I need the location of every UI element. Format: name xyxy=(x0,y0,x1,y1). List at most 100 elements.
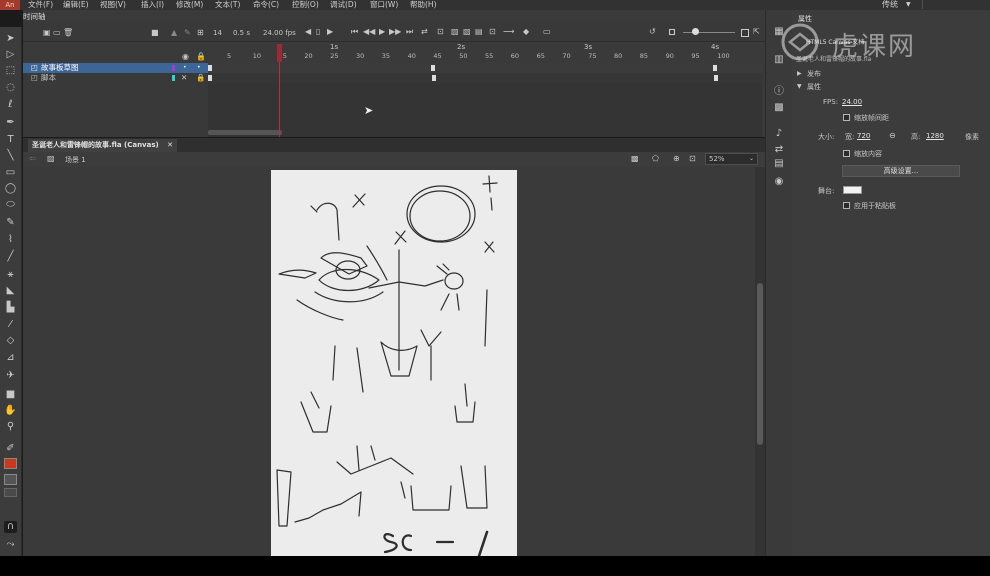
layer-name[interactable]: 脚本 xyxy=(41,73,56,83)
motion-presets-icon[interactable]: ♪ xyxy=(773,128,785,140)
stage-color-swatch[interactable] xyxy=(843,186,862,194)
timeline-ruler[interactable]: 1s 2s 3s 4s 5 10 15 20 25 30 35 40 45 50 55 60 65 70 7… xyxy=(208,43,762,63)
free-transform-icon[interactable]: ⬚ xyxy=(4,65,17,77)
menu-view[interactable]: 视图(V) xyxy=(100,0,126,10)
frame-rate-value[interactable]: 24.00 fps xyxy=(263,29,296,37)
workspace-switcher[interactable]: 传统 xyxy=(882,0,898,10)
frames-grid[interactable] xyxy=(208,63,762,137)
info-panel-icon[interactable]: ⓘ xyxy=(773,86,785,98)
scale-content-checkbox[interactable] xyxy=(843,150,850,157)
publish-section[interactable]: 发布 xyxy=(807,69,821,79)
play-icon[interactable]: ▶ xyxy=(379,27,385,36)
height-value[interactable]: 1280 xyxy=(926,132,944,140)
polystar-tool-icon[interactable]: ⬭ xyxy=(4,199,17,211)
elapsed-time-value[interactable]: 0.5 s xyxy=(233,29,250,37)
fps-value[interactable]: 24.00 xyxy=(842,98,862,106)
show-all-eye-icon[interactable]: ◉ xyxy=(182,52,189,61)
clip-content-icon[interactable]: ⊡ xyxy=(689,154,696,163)
layer-color-swatch[interactable] xyxy=(172,75,175,81)
eraser-icon[interactable]: ◇ xyxy=(4,335,17,347)
color-panel-icon[interactable]: ▤ xyxy=(773,158,785,170)
chevron-down-icon[interactable]: ▼ xyxy=(906,0,911,10)
fit-timeline-icon[interactable]: ⇱ xyxy=(753,27,760,36)
layer-row-script[interactable]: ◰ 脚本 ✕ 🔒 xyxy=(23,73,208,83)
keyframe-marker[interactable] xyxy=(208,75,212,81)
current-frame-value[interactable]: 14 xyxy=(213,29,222,37)
lasso-icon[interactable]: ℓ xyxy=(4,99,17,111)
zoom-tool-icon[interactable]: ⚲ xyxy=(4,421,17,433)
menu-control[interactable]: 控制(O) xyxy=(292,0,319,10)
transform-panel-icon[interactable]: ⇄ xyxy=(773,144,785,156)
scene-label[interactable]: 场景 1 xyxy=(65,155,86,165)
link-dimensions-icon[interactable]: ⊖ xyxy=(889,131,896,140)
onion-skin-icon[interactable]: ▨ xyxy=(451,27,459,36)
menu-modify[interactable]: 修改(M) xyxy=(176,0,203,10)
paint-brush-icon[interactable]: ╱ xyxy=(4,251,17,263)
edit-multiple-frames-icon[interactable]: ▤ xyxy=(475,27,483,36)
keyframe-marker[interactable] xyxy=(208,65,212,71)
layer-name[interactable]: 故事板草图 xyxy=(41,63,79,73)
go-to-first-frame-icon[interactable]: ⏮ xyxy=(351,27,358,37)
edit-scene-icon[interactable]: ▩ xyxy=(631,154,639,163)
go-to-last-frame-icon[interactable]: ⏭ xyxy=(406,27,413,37)
width-value[interactable]: 720 xyxy=(857,132,870,140)
timeline-tab[interactable]: 时间轴 xyxy=(23,12,46,22)
prev-keyframe-icon[interactable]: ◀ xyxy=(305,27,311,36)
lock-icon[interactable]: 🔒 xyxy=(196,73,205,83)
camera-layer-icon[interactable]: ■ xyxy=(151,28,159,37)
subselection-tool-icon[interactable]: ▷ xyxy=(4,49,17,61)
menu-window[interactable]: 窗口(W) xyxy=(370,0,398,10)
timeline-h-scrollbar[interactable] xyxy=(208,130,282,135)
center-stage-icon[interactable]: ⊕ xyxy=(673,154,680,163)
pencil-tool-icon[interactable]: ✎ xyxy=(4,217,17,229)
ink-bottle-icon[interactable]: ▙ xyxy=(4,302,17,314)
properties-section[interactable]: 属性 xyxy=(807,82,821,92)
menu-file[interactable]: 文件(F) xyxy=(28,0,53,10)
pen-tool-icon[interactable]: ✒ xyxy=(4,117,17,129)
new-folder-icon[interactable]: ▭ xyxy=(53,28,61,37)
menu-commands[interactable]: 命令(C) xyxy=(253,0,279,10)
hand-tool-icon[interactable]: ✋ xyxy=(4,405,17,417)
close-tab-icon[interactable]: ✕ xyxy=(167,141,173,149)
step-back-icon[interactable]: ◀◀ xyxy=(363,27,375,36)
menu-debug[interactable]: 调试(D) xyxy=(330,0,357,10)
menu-text[interactable]: 文本(T) xyxy=(215,0,240,10)
playhead[interactable] xyxy=(277,44,282,62)
brush-tool-icon[interactable]: ⌇ xyxy=(4,234,17,246)
rectangle-tool-icon[interactable]: ▭ xyxy=(4,167,17,179)
step-forward-icon[interactable]: ▶▶ xyxy=(389,27,401,36)
layer-depth-icon[interactable]: ⊞ xyxy=(197,28,204,37)
keyframe-marker[interactable] xyxy=(714,75,718,81)
layer-row-storyboard[interactable]: ◰ 故事板草图 • • xyxy=(23,63,208,73)
stage-canvas[interactable] xyxy=(271,170,517,558)
onion-outline-icon[interactable]: ▧ xyxy=(463,27,471,36)
new-layer-icon[interactable]: ▣ xyxy=(43,28,51,37)
paint-bucket-icon[interactable]: ◣ xyxy=(4,285,17,297)
highlight-layer-icon[interactable]: ▲ xyxy=(171,28,177,37)
timeline-zoom-slider[interactable] xyxy=(683,32,735,33)
text-tool-icon[interactable]: T xyxy=(4,134,17,146)
visibility-dot-icon[interactable]: • xyxy=(183,63,187,73)
keyframe-marker[interactable] xyxy=(432,75,436,81)
keyframe-marker[interactable] xyxy=(713,65,717,71)
hidden-x-icon[interactable]: ✕ xyxy=(181,73,187,83)
loop-icon[interactable]: ⇄ xyxy=(421,27,428,36)
smooth-icon[interactable]: ⤳ xyxy=(4,539,17,551)
keyframe-marker[interactable] xyxy=(431,65,435,71)
chevron-right-icon[interactable]: ▶ xyxy=(797,70,802,77)
search-field[interactable]: │ xyxy=(920,0,925,10)
scale-spacing-checkbox[interactable] xyxy=(843,114,850,121)
frame-row-storyboard[interactable] xyxy=(208,63,762,73)
parent-view-icon[interactable]: ✎ xyxy=(184,28,191,37)
swatches-panel-icon[interactable]: ▩ xyxy=(773,102,785,114)
lock-all-icon[interactable]: 🔒 xyxy=(196,52,206,61)
edit-symbol-icon[interactable]: ⬠ xyxy=(652,154,659,163)
modify-markers-icon[interactable]: ⊡ xyxy=(489,27,496,36)
stage-v-scroll-thumb[interactable] xyxy=(757,283,763,445)
snap-magnet-icon[interactable]: ∩ xyxy=(4,521,17,533)
oval-tool-icon[interactable]: ◯ xyxy=(4,183,17,195)
undo-icon[interactable]: ↺ xyxy=(649,27,656,36)
zoom-select[interactable]: 52% ⌄ xyxy=(705,153,758,165)
chevron-down-icon[interactable]: ▼ xyxy=(797,83,802,90)
camera-tool-icon[interactable]: ■ xyxy=(4,389,17,401)
